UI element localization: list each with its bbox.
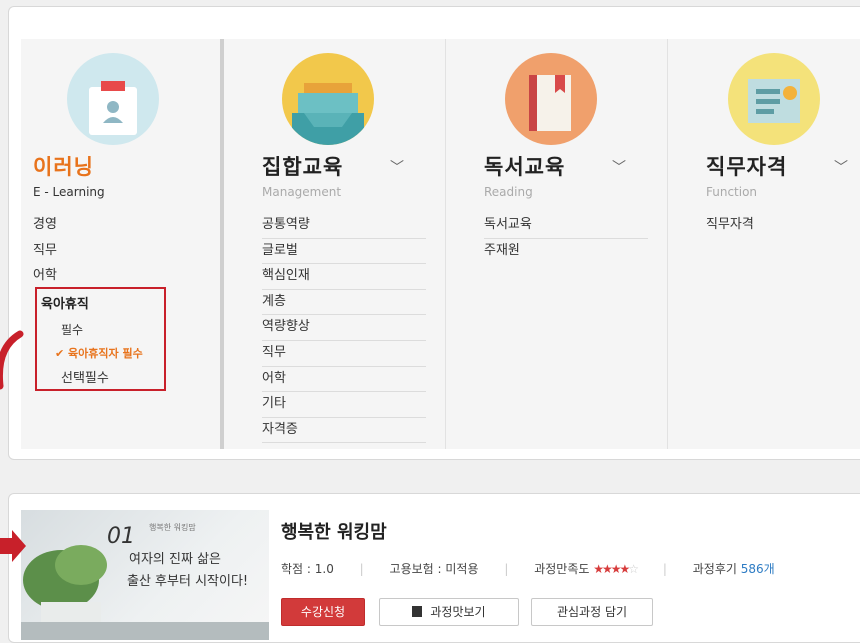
add-to-wishlist-button[interactable]: 관심과정 담기 bbox=[531, 598, 653, 626]
thumbnail-line-1: 여자의 진짜 삶은 bbox=[129, 552, 221, 567]
thumbnail-number: 01 bbox=[107, 524, 135, 549]
certificate-icon bbox=[728, 53, 820, 145]
category-management: 집합교육 ﹀ Management 공통역량 글로벌 핵심인재 계층 역량향상 … bbox=[224, 39, 444, 449]
chevron-down-icon[interactable]: ﹀ bbox=[612, 157, 626, 177]
category-item[interactable]: 자격증 bbox=[262, 418, 426, 444]
category-item[interactable]: 기타 bbox=[262, 392, 426, 418]
review-count[interactable]: 586개 bbox=[741, 560, 775, 577]
category-item[interactable]: 직무자격 bbox=[706, 213, 860, 239]
category-subtitle: Function bbox=[706, 185, 758, 199]
book-icon bbox=[412, 606, 423, 617]
course-title[interactable]: 행복한 워킹맘 bbox=[281, 518, 387, 544]
parental-leave-highlight-box: 육아휴직 필수 ✔ 육아휴직자 필수 선택필수 bbox=[35, 287, 166, 391]
star-empty-icon: ☆ bbox=[628, 562, 639, 576]
category-item[interactable]: 핵심인재 bbox=[262, 264, 426, 290]
rating-stars: ★★★★☆ bbox=[593, 562, 639, 576]
category-reading: 독서교육 ﹀ Reading 독서교육 주재원 bbox=[446, 39, 666, 449]
star-icon: ★ bbox=[619, 562, 631, 576]
category-item-list: 경영 직무 어학 bbox=[33, 213, 203, 290]
thumbnail-small-text: 행복한 워킹맘 bbox=[149, 523, 196, 532]
category-title[interactable]: 이러닝 bbox=[33, 155, 94, 179]
course-card: 01 행복한 워킹맘 여자의 진짜 삶은 출산 후부터 시작이다! 행복한 워킹… bbox=[8, 493, 860, 643]
category-item[interactable]: 계층 bbox=[262, 290, 426, 316]
subitem-required[interactable]: 필수 bbox=[61, 321, 83, 338]
category-item[interactable]: 어학 bbox=[262, 367, 426, 393]
category-item[interactable]: 글로벌 bbox=[262, 239, 426, 265]
category-menu: 이러닝 E - Learning 경영 직무 어학 육아휴직 필수 ✔ 육아휴직… bbox=[21, 39, 860, 449]
category-item[interactable]: 직무 bbox=[262, 341, 426, 367]
course-thumbnail[interactable]: 01 행복한 워킹맘 여자의 진짜 삶은 출산 후부터 시작이다! bbox=[21, 510, 269, 640]
category-subtitle: E - Learning bbox=[33, 185, 105, 199]
id-badge-icon bbox=[67, 53, 159, 145]
category-elearning: 이러닝 E - Learning 경영 직무 어학 육아휴직 필수 ✔ 육아휴직… bbox=[21, 39, 219, 449]
course-credit: 학점 : 1.0 bbox=[281, 562, 334, 576]
course-insurance: 고용보험 : 미적용 bbox=[389, 562, 479, 576]
category-item-parental-leave[interactable]: 육아휴직 bbox=[41, 293, 89, 312]
subitem-leave-required[interactable]: ✔ 육아휴직자 필수 bbox=[55, 345, 143, 361]
category-item[interactable]: 역량향상 bbox=[262, 315, 426, 341]
category-item[interactable]: 공통역량 bbox=[262, 213, 426, 239]
tray-icon bbox=[282, 53, 374, 145]
category-title[interactable]: 독서교육 bbox=[484, 155, 565, 179]
category-item[interactable]: 어학 bbox=[33, 264, 203, 290]
category-item[interactable]: 경영 bbox=[33, 213, 203, 239]
star-icon: ★ bbox=[593, 562, 604, 576]
preview-button[interactable]: 과정맛보기 bbox=[379, 598, 519, 626]
category-title[interactable]: 집합교육 bbox=[262, 155, 343, 179]
category-item-list: 공통역량 글로벌 핵심인재 계층 역량향상 직무 어학 기타 자격증 bbox=[262, 213, 426, 444]
chevron-down-icon[interactable]: ﹀ bbox=[390, 157, 404, 177]
category-item-list: 직무자격 bbox=[706, 213, 860, 239]
category-item[interactable]: 주재원 bbox=[484, 239, 648, 265]
callout-arrow-icon bbox=[0, 330, 24, 390]
chevron-down-icon[interactable]: ﹀ bbox=[834, 157, 848, 177]
preview-button-label: 과정맛보기 bbox=[430, 605, 486, 619]
category-subtitle: Management bbox=[262, 185, 342, 199]
category-item-list: 독서교육 주재원 bbox=[484, 213, 648, 264]
category-item[interactable]: 독서교육 bbox=[484, 213, 648, 239]
category-title[interactable]: 직무자격 bbox=[706, 155, 787, 179]
subitem-elective[interactable]: 선택필수 bbox=[61, 367, 109, 386]
callout-arrow-icon bbox=[0, 530, 26, 562]
category-panel: 이러닝 E - Learning 경영 직무 어학 육아휴직 필수 ✔ 육아휴직… bbox=[8, 6, 860, 460]
course-info-row: 학점 : 1.0 | 고용보험 : 미적용 | 과정만족도 ★★★★☆ | 과정… bbox=[281, 560, 775, 577]
enroll-button[interactable]: 수강신청 bbox=[281, 598, 365, 626]
category-item[interactable]: 직무 bbox=[33, 239, 203, 265]
star-icon: ★ bbox=[610, 562, 622, 576]
category-function: 직무자격 ﹀ Function 직무자격 bbox=[668, 39, 860, 449]
thumbnail-line-2: 출산 후부터 시작이다! bbox=[127, 574, 249, 589]
category-subtitle: Reading bbox=[484, 185, 533, 199]
satisfaction-label: 과정만족도 bbox=[534, 562, 590, 576]
book-icon bbox=[505, 53, 597, 145]
review-label: 과정후기 bbox=[692, 562, 737, 576]
star-icon: ★ bbox=[602, 562, 613, 576]
